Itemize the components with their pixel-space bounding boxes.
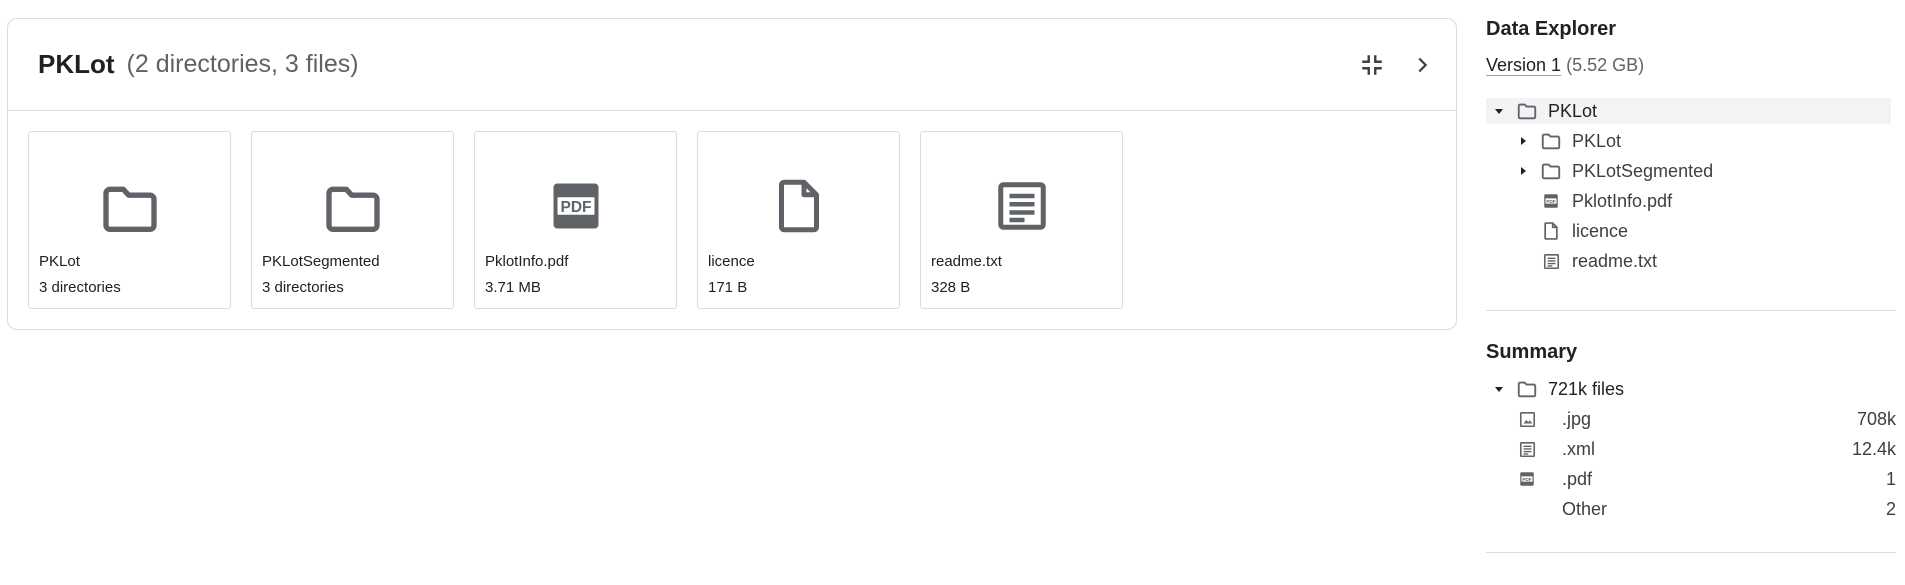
tree-item-readme[interactable]: readme.txt <box>1540 248 1657 274</box>
panel-header: PKLot (2 directories, 3 files) <box>8 19 1456 111</box>
tree-item-label: PKLotSegmented <box>1572 160 1714 181</box>
folder-icon <box>252 176 453 240</box>
caret-down-icon[interactable] <box>1492 98 1506 124</box>
pdf-icon <box>1540 192 1562 210</box>
tree-item-label: PKLot <box>1548 100 1598 121</box>
version-line: Version 1 (5.52 GB) <box>1486 55 1644 76</box>
summary-count: 708k <box>1856 408 1896 429</box>
collapse-icon[interactable] <box>1358 51 1386 79</box>
tree-item-label: readme.txt <box>1572 250 1658 271</box>
header-actions <box>1358 51 1436 79</box>
card-name: PKLotSegmented <box>262 253 380 270</box>
file-card-pklot[interactable]: PKLot 3 directories <box>28 131 231 309</box>
tree-item-pklotsegmented[interactable]: PKLotSegmented <box>1516 158 1713 184</box>
caret-down-icon[interactable] <box>1492 376 1506 402</box>
tree-item-pklotinfo-pdf[interactable]: PklotInfo.pdf <box>1540 188 1672 214</box>
summary-row-jpg: .jpg 708k <box>1516 406 1896 432</box>
caret-right-icon[interactable] <box>1516 128 1530 154</box>
tree-item-label: PklotInfo.pdf <box>1572 190 1673 211</box>
card-meta: 3.71 MB <box>485 279 541 296</box>
file-icon <box>698 176 899 236</box>
image-icon <box>1516 410 1538 429</box>
summary-count: 2 <box>1885 498 1896 519</box>
summary-ext: .pdf <box>1562 468 1593 489</box>
caret-right-icon[interactable] <box>1516 158 1530 184</box>
card-name: PklotInfo.pdf <box>485 253 569 270</box>
summary-ext: .jpg <box>1562 408 1592 429</box>
folder-icon <box>1516 378 1538 400</box>
tree-item-label: PKLot <box>1572 130 1622 151</box>
version-link[interactable]: Version 1 <box>1486 55 1561 75</box>
folder-icon <box>29 176 230 240</box>
summary-title: Summary <box>1486 341 1578 363</box>
tree-item-licence[interactable]: licence <box>1540 218 1628 244</box>
divider <box>1486 310 1896 311</box>
summary-ext: Other <box>1562 498 1608 519</box>
text-file-icon <box>1540 252 1562 271</box>
version-size: (5.52 GB) <box>1566 55 1645 75</box>
file-icon <box>1540 221 1562 241</box>
card-meta: 328 B <box>931 279 971 296</box>
tree-item-label: licence <box>1572 220 1629 241</box>
card-name: licence <box>708 253 755 270</box>
card-name: readme.txt <box>931 253 1002 270</box>
summary-row-other: Other 2 <box>1516 496 1896 522</box>
data-explorer-title: Data Explorer <box>1486 18 1617 40</box>
file-card-pklotinfo-pdf[interactable]: PklotInfo.pdf 3.71 MB <box>474 131 677 309</box>
tree-item-pklot[interactable]: PKLot <box>1516 128 1621 154</box>
panel-item-count: (2 directories, 3 files) <box>126 50 359 78</box>
panel-title: PKLot <box>38 49 115 79</box>
card-meta: 3 directories <box>262 279 344 296</box>
card-meta: 171 B <box>708 279 748 296</box>
summary-root-label: 721k files <box>1548 378 1625 399</box>
summary-row-pdf: .pdf 1 <box>1516 466 1896 492</box>
chevron-right-icon[interactable] <box>1408 51 1436 79</box>
text-file-icon <box>921 176 1122 236</box>
folder-icon <box>1516 100 1538 122</box>
summary-count: 12.4k <box>1851 438 1896 459</box>
pdf-icon <box>1516 470 1538 488</box>
file-browser-panel: PKLot (2 directories, 3 files) PKLot 3 d… <box>7 18 1457 330</box>
file-card-licence[interactable]: licence 171 B <box>697 131 900 309</box>
card-meta: 3 directories <box>39 279 121 296</box>
text-file-icon <box>1516 440 1538 459</box>
folder-icon <box>1540 160 1562 182</box>
summary-ext: .xml <box>1562 438 1595 459</box>
summary-row-xml: .xml 12.4k <box>1516 436 1896 462</box>
file-card-grid: PKLot 3 directories PKLotSegmented 3 dir… <box>8 111 1456 309</box>
file-card-pklotsegmented[interactable]: PKLotSegmented 3 directories <box>251 131 454 309</box>
card-name: PKLot <box>39 253 80 270</box>
summary-root[interactable]: 721k files <box>1492 376 1624 402</box>
divider <box>1486 552 1896 553</box>
pdf-icon <box>475 176 676 236</box>
summary-count: 1 <box>1885 468 1896 489</box>
tree-item-pklot-root[interactable]: PKLot <box>1486 98 1891 124</box>
file-card-readme[interactable]: readme.txt 328 B <box>920 131 1123 309</box>
folder-icon <box>1540 130 1562 152</box>
